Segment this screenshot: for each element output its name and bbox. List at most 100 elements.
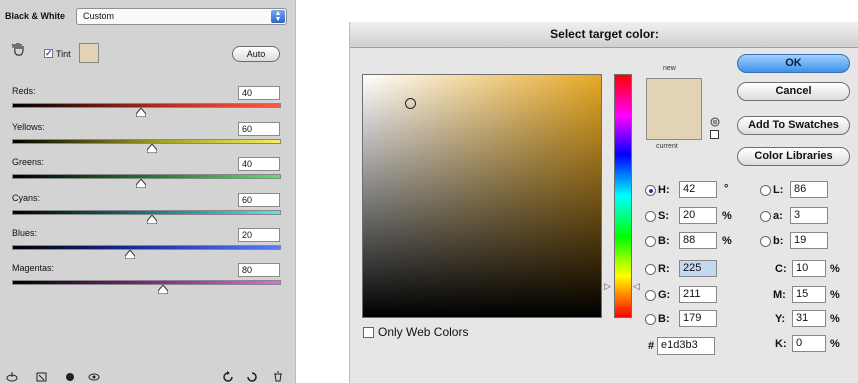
red-radio[interactable] <box>645 264 656 275</box>
preset-value: Custom <box>83 11 115 21</box>
saturation-radio[interactable] <box>645 211 656 222</box>
slider-label: Yellows: <box>12 122 45 132</box>
reds-value-field[interactable]: 40 <box>238 86 280 100</box>
dialog-title: Select target color: <box>350 22 858 48</box>
blue-radio[interactable] <box>645 314 656 325</box>
percent-unit: % <box>830 313 840 325</box>
greens-track <box>12 174 281 179</box>
tint-label: Tint <box>56 49 71 59</box>
magenta-field[interactable]: 15 <box>792 286 826 303</box>
cancel-button[interactable]: Cancel <box>737 82 850 101</box>
cyans-thumb[interactable] <box>146 215 157 224</box>
only-web-colors-checkbox[interactable] <box>363 327 374 338</box>
targeted-adjustment-hand-icon[interactable] <box>11 41 27 57</box>
percent-unit: % <box>830 338 840 350</box>
refresh-icon[interactable] <box>246 371 258 382</box>
color-selector-ring[interactable] <box>405 98 416 109</box>
lab-b-label: b: <box>773 235 784 247</box>
saturation-brightness-field[interactable] <box>362 74 602 318</box>
new-caption: new <box>663 65 676 72</box>
slider-magentas: Magentas: 80 <box>0 263 296 301</box>
reds-thumb[interactable] <box>136 108 147 117</box>
black-field[interactable]: 0 <box>792 335 826 352</box>
dropdown-arrows-icon: ▲ ▼ <box>271 10 285 23</box>
color-libraries-button[interactable]: Color Libraries <box>737 147 850 166</box>
hex-field[interactable]: e1d3b3 <box>657 337 715 355</box>
hue-slider[interactable] <box>614 74 632 318</box>
lab-b-field[interactable]: 19 <box>790 232 828 249</box>
yellow-field[interactable]: 31 <box>792 310 826 327</box>
slider-label: Cyans: <box>12 193 41 203</box>
panel-title: Black & White <box>5 11 66 21</box>
new-current-color-swatch <box>646 78 702 140</box>
yellows-thumb[interactable] <box>146 144 157 153</box>
brightness-field[interactable]: 88 <box>679 232 717 249</box>
slider-label: Greens: <box>12 157 45 167</box>
slider-yellows: Yellows: 60 <box>0 122 296 160</box>
green-label: G: <box>658 289 671 301</box>
lab-l-field[interactable]: 86 <box>790 181 828 198</box>
current-caption: current <box>656 143 678 150</box>
cyan-label: C: <box>775 263 787 275</box>
blue-field[interactable]: 179 <box>679 310 717 327</box>
percent-unit: % <box>722 210 732 222</box>
greens-thumb[interactable] <box>136 179 147 188</box>
slider-reds: Reds: 40 <box>0 86 296 124</box>
green-field[interactable]: 211 <box>679 286 717 303</box>
greens-value-field[interactable]: 40 <box>238 157 280 171</box>
lab-a-field[interactable]: 3 <box>790 207 828 224</box>
tint-checkbox[interactable]: ✓ <box>44 49 53 58</box>
hue-radio[interactable] <box>645 185 656 196</box>
web-safe-cube-icon[interactable] <box>710 130 719 139</box>
lab-b-radio[interactable] <box>760 236 771 247</box>
ok-button[interactable]: OK <box>737 54 850 73</box>
eye-icon[interactable] <box>88 371 100 382</box>
cyans-value-field[interactable]: 60 <box>238 193 280 207</box>
slider-label: Magentas: <box>12 263 55 273</box>
cyan-field[interactable]: 10 <box>792 260 826 277</box>
trash-icon[interactable] <box>272 371 284 382</box>
slider-blues: Blues: 20 <box>0 228 296 266</box>
blues-value-field[interactable]: 20 <box>238 228 280 242</box>
magentas-track <box>12 280 281 285</box>
lab-l-radio[interactable] <box>760 185 771 196</box>
yellows-value-field[interactable]: 60 <box>238 122 280 136</box>
hue-slider-left-arrow-icon[interactable]: ▷ <box>604 281 611 292</box>
red-field[interactable]: 225 <box>679 260 717 277</box>
view-previous-icon[interactable] <box>36 371 48 382</box>
green-radio[interactable] <box>645 290 656 301</box>
blues-track <box>12 245 281 250</box>
slider-greens: Greens: 40 <box>0 157 296 195</box>
blue-label: B: <box>658 313 670 325</box>
black-white-panel: Black & White Custom ▲ ▼ ✓ Tint Auto Reds… <box>0 0 296 383</box>
saturation-label: S: <box>658 210 669 222</box>
percent-unit: % <box>830 289 840 301</box>
blues-thumb[interactable] <box>125 250 136 259</box>
panel-footer <box>0 369 296 383</box>
slider-label: Blues: <box>12 228 38 238</box>
tint-color-swatch[interactable] <box>79 43 99 63</box>
reset-icon[interactable] <box>222 371 234 382</box>
out-of-gamut-cube-icon[interactable] <box>710 117 720 127</box>
percent-unit: % <box>830 263 840 275</box>
lab-a-radio[interactable] <box>760 211 771 222</box>
hue-slider-right-arrow-icon[interactable]: ◁ <box>633 281 640 292</box>
saturation-field[interactable]: 20 <box>679 207 717 224</box>
add-to-swatches-button[interactable]: Add To Swatches <box>737 116 850 135</box>
black-label: K: <box>775 338 787 350</box>
brightness-radio[interactable] <box>645 236 656 247</box>
color-picker-dialog: Select target color: ▷ ◁ new current OK … <box>349 22 858 383</box>
auto-button[interactable]: Auto <box>232 46 280 62</box>
magentas-value-field[interactable]: 80 <box>238 263 280 277</box>
yellow-label: Y: <box>775 313 786 325</box>
only-web-colors-label: Only Web Colors <box>378 325 469 339</box>
preset-dropdown[interactable]: Custom ▲ ▼ <box>76 8 287 25</box>
percent-unit: % <box>722 235 732 247</box>
hue-field[interactable]: 42 <box>679 181 717 198</box>
magentas-thumb[interactable] <box>157 285 168 294</box>
hue-label: H: <box>658 184 670 196</box>
lab-l-label: L: <box>773 184 784 196</box>
slider-cyans: Cyans: 60 <box>0 193 296 231</box>
clip-to-layer-icon[interactable] <box>6 371 18 382</box>
visibility-eye-icon[interactable] <box>64 371 76 382</box>
